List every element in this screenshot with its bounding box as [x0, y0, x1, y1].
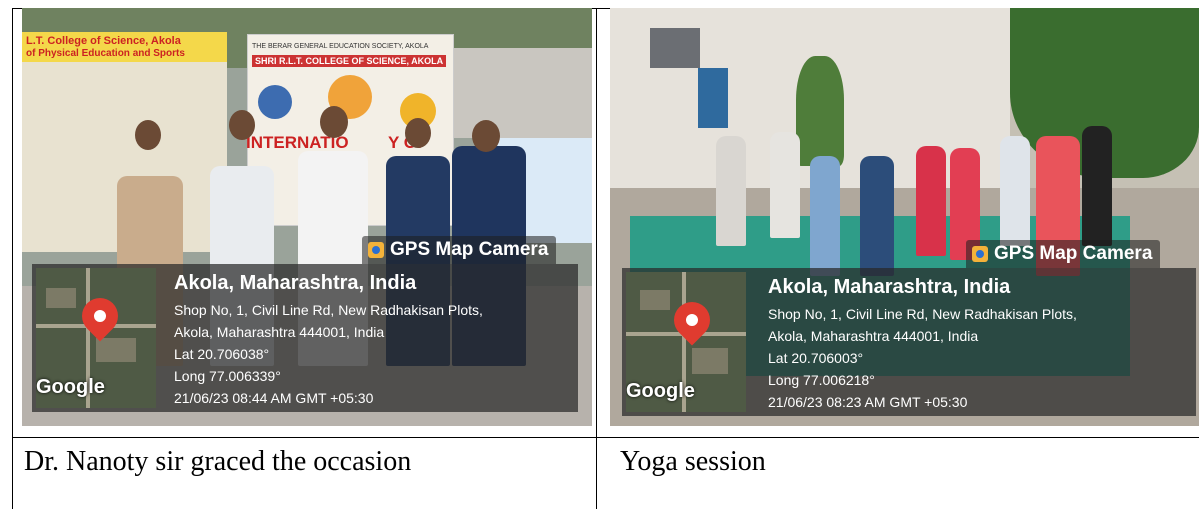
participant-7: [1000, 136, 1030, 246]
map-thumbnail: Google: [626, 272, 746, 412]
building-sign: [698, 68, 728, 128]
gps-address-line2: Akola, Maharashtra 444001, India: [174, 324, 385, 340]
photo-table: L.T. College of Science, Akola of Physic…: [0, 0, 1199, 509]
gps-info-box: Google Akola, Maharashtra, India Shop No…: [622, 268, 1196, 416]
participant-4: [860, 156, 894, 276]
map-thumbnail: Google: [36, 268, 156, 408]
table-border-divider: [596, 8, 597, 509]
map-google-logo: Google: [36, 376, 105, 398]
tree-left: [796, 56, 844, 166]
gps-info-box: Google Akola, Maharashtra, India Shop No…: [32, 264, 578, 412]
gps-camera-badge: GPS Map Camera: [362, 236, 557, 264]
banner-center-line1: THE BERAR GENERAL EDUCATION SOCIETY, AKO…: [252, 43, 429, 50]
photo-right: GPS Map Camera Google Akola, Maharashtra…: [610, 8, 1199, 426]
participant-5: [916, 146, 946, 256]
society-logo: [258, 85, 292, 119]
gps-latitude: Lat 20.706038°: [174, 346, 270, 362]
gps-city: Akola, Maharashtra, India: [174, 272, 417, 294]
gps-address-line2: Akola, Maharashtra 444001, India: [768, 328, 979, 344]
gps-camera-icon: [972, 246, 988, 262]
gps-address-line1: Shop No, 1, Civil Line Rd, New Radhakisa…: [768, 306, 1077, 322]
participant-2: [770, 132, 800, 238]
table-border-left: [12, 8, 13, 509]
gps-timestamp: 21/06/23 08:44 AM GMT +05:30: [174, 390, 374, 406]
gps-camera-badge: GPS Map Camera: [966, 240, 1161, 268]
gps-timestamp: 21/06/23 08:23 AM GMT +05:30: [768, 394, 968, 410]
table-border-middle: [12, 437, 1199, 438]
gps-badge-label: GPS Map Camera: [390, 239, 549, 260]
gps-longitude: Long 77.006218°: [768, 372, 875, 388]
gps-address-line1: Shop No, 1, Civil Line Rd, New Radhakisa…: [174, 302, 483, 318]
map-pin-icon: [666, 294, 718, 346]
caption-right: Yoga session: [620, 446, 766, 477]
participant-9: [1082, 126, 1112, 246]
gps-camera-icon: [368, 242, 384, 258]
caption-left: Dr. Nanoty sir graced the occasion: [24, 446, 412, 477]
map-pin-icon: [74, 290, 126, 342]
participant-3: [810, 156, 840, 276]
participant-1: [716, 136, 746, 246]
banner-left-sub: of Physical Education and Sports: [26, 48, 185, 59]
gps-longitude: Long 77.006339°: [174, 368, 281, 384]
photo-left: L.T. College of Science, Akola of Physic…: [22, 8, 592, 426]
banner-left-title: L.T. College of Science, Akola: [26, 35, 181, 47]
building-windows: [650, 28, 700, 68]
gps-city: Akola, Maharashtra, India: [768, 276, 1011, 298]
gps-badge-label: GPS Map Camera: [994, 243, 1153, 264]
map-google-logo: Google: [626, 380, 695, 402]
gps-latitude: Lat 20.706003°: [768, 350, 864, 366]
banner-center-line2: SHRI R.L.T. COLLEGE OF SCIENCE, AKOLA: [252, 55, 447, 67]
